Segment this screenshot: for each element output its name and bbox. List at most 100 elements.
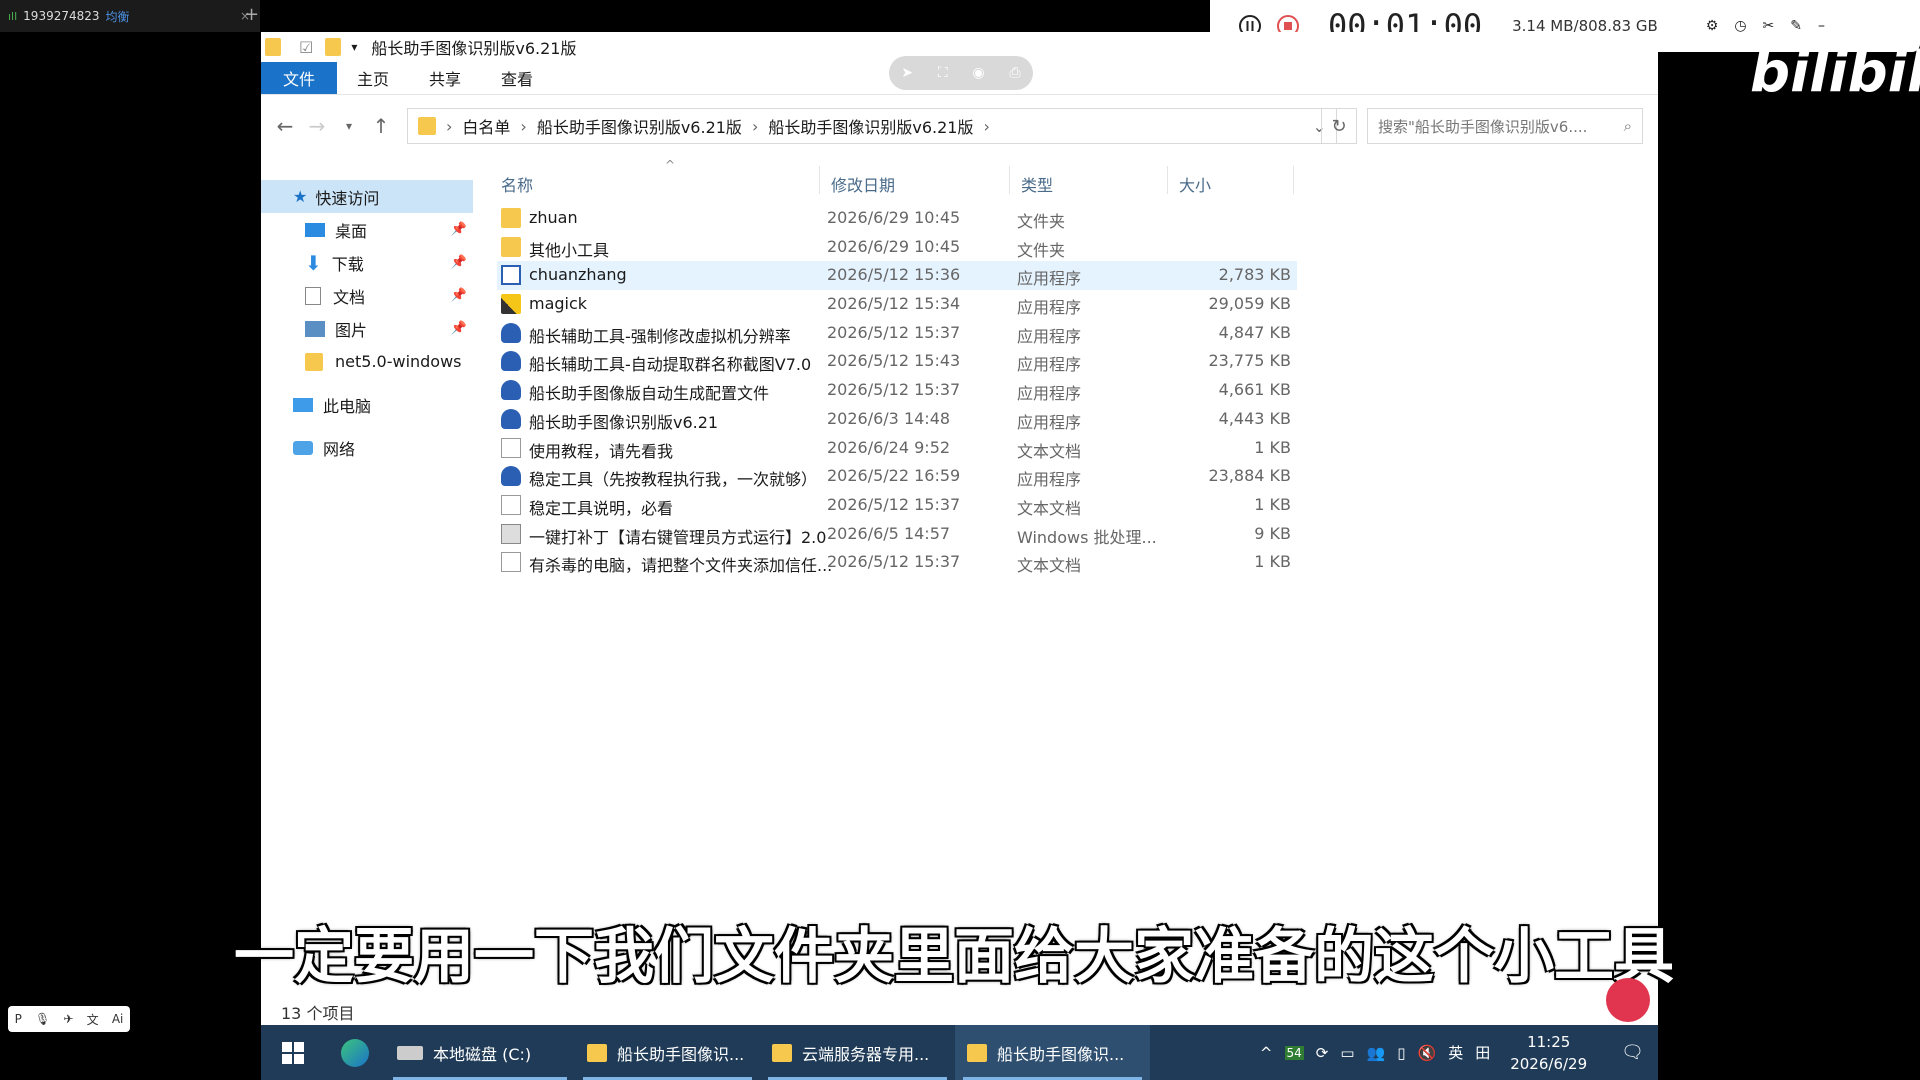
pin-icon[interactable]: 📌 — [451, 288, 467, 303]
nav-desktop[interactable]: 桌面 📌 — [261, 213, 473, 246]
folder-icon — [418, 117, 436, 135]
clock-date: 2026/6/29 — [1510, 1054, 1588, 1073]
back-arrow-icon[interactable]: ← — [269, 114, 301, 138]
file-size: 9 KB — [1254, 523, 1291, 543]
tray-sync-icon[interactable]: ⟳ — [1316, 1044, 1329, 1062]
brush-icon[interactable]: ✎ — [1790, 18, 1802, 34]
column-size[interactable]: 大小 — [1179, 172, 1211, 196]
file-date: 2026/5/12 15:37 — [827, 552, 961, 572]
file-row[interactable]: 其他小工具 2026/6/29 10:45 文件夹 — [497, 233, 1297, 262]
nav-network[interactable]: 网络 — [261, 431, 473, 464]
file-row[interactable]: magick 2026/5/12 15:34 应用程序 29,059 KB — [497, 290, 1297, 319]
camera-icon[interactable]: ◉ — [972, 65, 984, 81]
file-row[interactable]: 一键打补丁【请右键管理员方式运行】2.0 2026/6/5 14:57 Window… — [497, 520, 1297, 549]
app-icon — [501, 265, 521, 286]
volume-muted-icon[interactable]: 🔇 — [1418, 1044, 1437, 1062]
settings-icon[interactable]: ⚙ — [1706, 18, 1719, 34]
print-icon[interactable]: ⎙ — [1009, 65, 1020, 81]
people-icon[interactable]: 👥 — [1367, 1044, 1386, 1062]
file-row[interactable]: 稳定工具（先按教程执行我，一次就够） 2026/5/22 16:59 应用程序 23,… — [497, 462, 1297, 491]
up-arrow-icon[interactable]: ↑ — [365, 114, 397, 138]
nav-pictures[interactable]: 图片 📌 — [261, 312, 473, 345]
file-row[interactable]: 船长助手图像识别版v6.21 2026/6/3 14:48 应用程序 4,443 KB — [497, 405, 1297, 434]
breadcrumb-item[interactable]: 白名单 — [462, 114, 510, 138]
clock-icon[interactable]: ◷ — [1734, 18, 1746, 34]
pen-icon[interactable]: P — [15, 1012, 22, 1026]
file-row[interactable]: zhuan 2026/6/29 10:45 文件夹 — [497, 204, 1297, 233]
column-type[interactable]: 类型 — [1021, 172, 1053, 196]
forward-arrow-icon[interactable]: → — [301, 114, 333, 138]
file-type: 应用程序 — [1017, 326, 1082, 346]
column-date[interactable]: 修改日期 — [831, 172, 895, 196]
nav-net5-folder[interactable]: net5.0-windows — [261, 345, 473, 378]
edge-browser-button[interactable] — [325, 1025, 385, 1080]
search-input[interactable]: 搜索"船长助手图像识别版v6.... ⌕ — [1367, 108, 1643, 144]
nav-label: 桌面 — [335, 221, 368, 241]
nav-label: 下载 — [331, 254, 364, 274]
pointer-icon[interactable]: ➤ — [901, 65, 913, 81]
nav-downloads[interactable]: ⬇ 下载 📌 — [261, 246, 473, 279]
usb-icon[interactable]: ▯ — [1397, 1044, 1405, 1062]
address-bar[interactable]: › 白名单 › 船长助手图像识别版v6.21版 › 船长助手图像识别版v6.21… — [407, 108, 1337, 144]
search-icon[interactable]: ⌕ — [1624, 117, 1632, 135]
exe-icon — [501, 408, 521, 429]
notification-icon[interactable]: 🗨 — [1621, 1042, 1644, 1063]
column-name[interactable]: 名称 — [501, 172, 533, 196]
pin-icon[interactable]: 📌 — [451, 222, 467, 237]
taskbar-item-explorer-1[interactable]: 船长助手图像识... — [575, 1025, 760, 1080]
tab-file[interactable]: 文件 — [261, 62, 338, 94]
pin-icon[interactable]: 📌 — [451, 321, 467, 336]
taskbar-label: 船长助手图像识... — [997, 1044, 1125, 1064]
minimize-icon[interactable]: – — [1818, 18, 1825, 34]
tray-expand-icon[interactable]: ^ — [1260, 1044, 1273, 1062]
file-row[interactable]: 有杀毒的电脑，请把整个文件夹添加信任... 2026/5/12 15:37 文本文档… — [497, 548, 1297, 577]
refresh-button[interactable]: ↻ — [1321, 108, 1357, 144]
nav-documents[interactable]: 文档 📌 — [261, 279, 473, 312]
clock[interactable]: 11:25 2026/6/29 — [1510, 1031, 1587, 1075]
start-button[interactable] — [261, 1025, 325, 1080]
new-folder-icon[interactable] — [325, 38, 342, 56]
pin-icon[interactable]: 📌 — [451, 255, 467, 270]
file-list: zhuan 2026/6/29 10:45 文件夹 其他小工具 2026/6/29 10… — [497, 204, 1297, 577]
nav-this-pc[interactable]: 此电脑 — [261, 388, 473, 421]
file-row[interactable]: 使用教程，请先看我 2026/6/24 9:52 文本文档 1 KB — [497, 434, 1297, 463]
quick-access-dropdown-icon[interactable]: ▾ — [351, 40, 357, 54]
taskbar-item-explorer-2[interactable]: 船长助手图像识... — [955, 1025, 1150, 1080]
mic-icon[interactable]: 🎙 — [35, 1012, 50, 1026]
browser-tab[interactable]: ıll 1939274823 均衡 × — [0, 0, 260, 32]
nav-quick-access[interactable]: ★ 快速访问 — [261, 180, 473, 213]
file-row[interactable]: 船长助手图像版自动生成配置文件 2026/5/12 15:37 应用程序 4,661 … — [497, 376, 1297, 405]
tab-view[interactable]: 查看 — [481, 62, 553, 94]
properties-icon[interactable]: ☑ — [299, 38, 313, 57]
recent-dropdown-icon[interactable]: ▾ — [333, 119, 365, 133]
file-type: 应用程序 — [1017, 355, 1082, 375]
input-language[interactable]: 英 — [1448, 1042, 1463, 1063]
file-row[interactable]: 船长辅助工具-自动提取群名称截图V7.0 2026/5/12 15:43 应用程序 2… — [497, 347, 1297, 376]
taskbar-item-local-disk[interactable]: 本地磁盘 (C:) — [385, 1025, 575, 1080]
file-row[interactable]: chuanzhang 2026/5/12 15:36 应用程序 2,783 KB — [497, 261, 1297, 291]
network-status-icon[interactable]: ▭ — [1340, 1044, 1354, 1062]
breadcrumb-item[interactable]: 船长助手图像识别版v6.21版 — [768, 114, 973, 138]
tray-app-icon[interactable]: 54 — [1284, 1045, 1304, 1060]
fullscreen-icon[interactable]: ⛶ — [938, 65, 948, 81]
send-icon[interactable]: ✈ — [63, 1012, 73, 1026]
translate-icon[interactable]: 文 — [87, 1011, 99, 1028]
ai-icon[interactable]: Ai — [112, 1012, 124, 1026]
file-name: 船长助手图像版自动生成配置文件 — [529, 384, 770, 404]
ime-grid-icon[interactable]: 田 — [1475, 1042, 1490, 1063]
file-type: 应用程序 — [1017, 384, 1082, 404]
document-icon — [305, 286, 321, 305]
red-app-badge-icon[interactable] — [1606, 978, 1650, 1022]
taskbar: 本地磁盘 (C:) 船长助手图像识... 云端服务器专用... 船长助手图像识.… — [261, 1025, 1658, 1080]
file-row[interactable]: 稳定工具说明，必看 2026/5/12 15:37 文本文档 1 KB — [497, 491, 1297, 520]
window-title: 船长助手图像识别版v6.21版 — [371, 39, 577, 58]
scissors-icon[interactable]: ✂ — [1763, 18, 1775, 34]
tab-home[interactable]: 主页 — [337, 62, 409, 94]
edge-icon — [341, 1038, 369, 1067]
taskbar-item-cloud-server[interactable]: 云端服务器专用... — [760, 1025, 955, 1080]
new-tab-button[interactable]: + — [244, 4, 259, 25]
file-size: 2,783 KB — [1218, 265, 1291, 285]
breadcrumb-item[interactable]: 船长助手图像识别版v6.21版 — [537, 114, 742, 138]
file-row[interactable]: 船长辅助工具-强制修改虚拟机分辨率 2026/5/12 15:37 应用程序 4,84… — [497, 319, 1297, 348]
tab-share[interactable]: 共享 — [409, 62, 481, 94]
